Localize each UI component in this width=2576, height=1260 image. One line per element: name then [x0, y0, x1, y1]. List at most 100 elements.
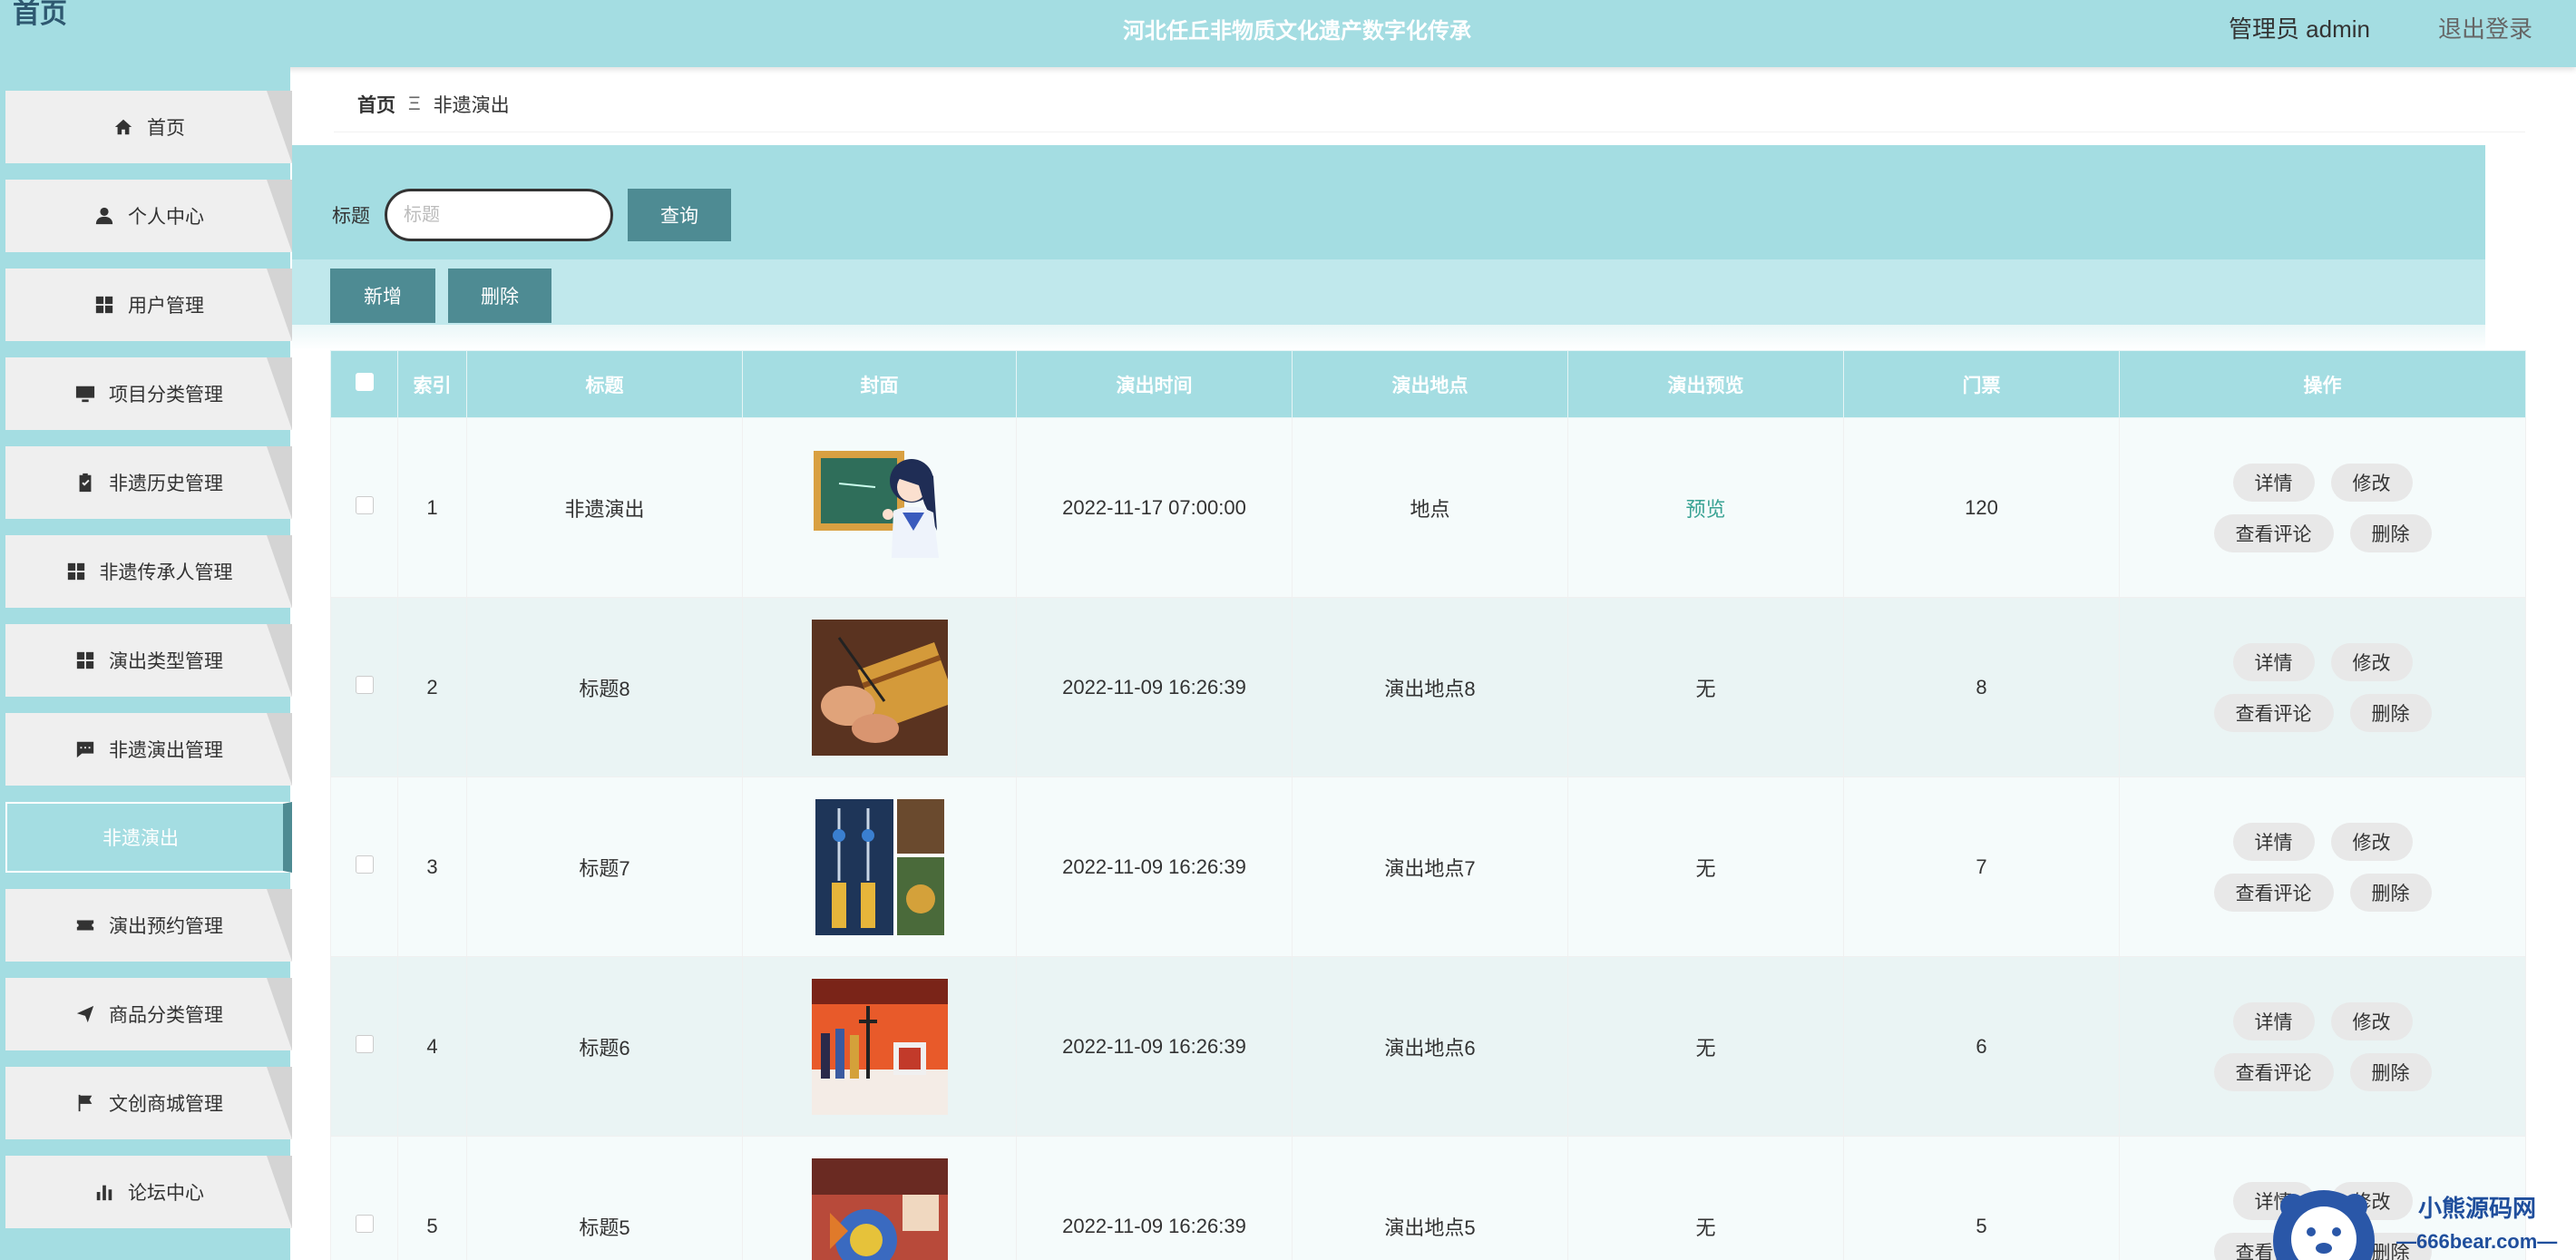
select-all-cell	[330, 350, 398, 418]
cover-image-exhibition	[811, 978, 948, 1115]
add-button[interactable]: 新增	[330, 269, 435, 323]
view-comments-button[interactable]: 查看评论	[2213, 1052, 2334, 1091]
sidebar-item-show-types[interactable]: 演出类型管理	[5, 624, 292, 697]
breadcrumb-current: 非遗演出	[433, 94, 510, 116]
home-icon	[112, 116, 134, 138]
view-comments-button[interactable]: 查看评论	[2213, 873, 2334, 912]
delete-button[interactable]: 删除	[2349, 513, 2432, 552]
detail-button[interactable]: 详情	[2232, 463, 2315, 502]
bar-chart-icon	[93, 1181, 115, 1203]
cell-index: 3	[397, 777, 467, 957]
edit-button[interactable]: 修改	[2330, 463, 2413, 502]
watermark-url: —666bear.com—	[2396, 1230, 2558, 1253]
cell-preview: 无	[1567, 777, 1844, 957]
row-checkbox[interactable]	[355, 675, 374, 694]
cell-title: 标题8	[466, 597, 743, 777]
sidebar-item-inheritors[interactable]: 非遗传承人管理	[5, 535, 292, 608]
delete-button[interactable]: 删除	[2349, 873, 2432, 912]
cover-image-tassels	[812, 798, 948, 935]
cell-preview: 无	[1567, 597, 1844, 777]
cell-time: 2022-11-09 16:26:39	[1016, 1136, 1293, 1260]
sidebar-item-label: 非遗演出管理	[109, 740, 223, 761]
edit-button[interactable]: 修改	[2330, 642, 2413, 681]
edit-button[interactable]: 修改	[2330, 1001, 2413, 1040]
header-actions: 操作	[2119, 350, 2526, 418]
row-actions: 详情 修改 查看评论 删除	[2120, 822, 2525, 912]
sidebar-item-label: 非遗演出	[102, 828, 179, 849]
sidebar-item-history[interactable]: 非遗历史管理	[5, 446, 292, 519]
cell-index: 2	[397, 597, 467, 777]
sidebar-item-label: 商品分类管理	[109, 1005, 223, 1026]
site-title: 河北任丘非物质文化遗产数字化传承	[1123, 19, 1471, 44]
header-index: 索引	[397, 350, 467, 418]
sidebar: 首页 个人中心 用户管理 项目分类管理 非遗历史管理 非遗传承人管理 演出类型管…	[0, 67, 292, 1260]
sidebar-item-shop[interactable]: 文创商城管理	[5, 1067, 292, 1139]
table-header-row: 索引 标题 封面 演出时间 演出地点 演出预览 门票 操作	[330, 350, 2526, 418]
query-button[interactable]: 查询	[628, 189, 731, 241]
top-header: 首页 河北任丘非物质文化遗产数字化传承 管理员 admin 退出登录	[0, 0, 2576, 67]
sidebar-item-goods-category[interactable]: 商品分类管理	[5, 978, 292, 1050]
view-comments-button[interactable]: 查看评论	[2213, 513, 2334, 552]
clipboard-icon	[74, 472, 96, 493]
grid-icon	[65, 561, 87, 582]
sidebar-item-booking[interactable]: 演出预约管理	[5, 889, 292, 962]
sidebar-item-shows-active[interactable]: 非遗演出	[5, 802, 292, 873]
sidebar-item-show-manage[interactable]: 非遗演出管理	[5, 713, 292, 786]
header-place: 演出地点	[1292, 350, 1568, 418]
select-all-checkbox[interactable]	[355, 372, 374, 391]
cover-image-craft	[811, 1157, 948, 1260]
cell-ticket: 120	[1843, 417, 2120, 598]
header-time: 演出时间	[1016, 350, 1293, 418]
cell-ticket: 7	[1843, 777, 2120, 957]
table-row: 1 非遗演出 2022-11-17 07:00:00 地点 预览 120 详情 …	[330, 417, 2526, 598]
detail-button[interactable]: 详情	[2232, 1001, 2315, 1040]
comment-icon	[74, 738, 96, 760]
cell-place: 演出地点8	[1292, 597, 1568, 777]
cell-preview: 无	[1567, 1136, 1844, 1260]
detail-button[interactable]: 详情	[2232, 822, 2315, 861]
edit-button[interactable]: 修改	[2330, 822, 2413, 861]
row-checkbox[interactable]	[355, 1034, 374, 1053]
cover-image-teacher	[811, 439, 948, 576]
detail-button[interactable]: 详情	[2232, 642, 2315, 681]
sidebar-item-category[interactable]: 项目分类管理	[5, 357, 292, 430]
sidebar-item-label: 用户管理	[128, 296, 204, 317]
batch-delete-button[interactable]: 删除	[448, 269, 551, 323]
header-preview: 演出预览	[1567, 350, 1844, 418]
cell-title: 标题6	[466, 956, 743, 1137]
breadcrumb-home[interactable]: 首页	[357, 91, 395, 118]
cell-place: 演出地点7	[1292, 777, 1568, 957]
grid-icon	[74, 650, 96, 671]
sidebar-item-forum[interactable]: 论坛中心	[5, 1156, 292, 1228]
cell-ticket: 8	[1843, 597, 2120, 777]
sidebar-item-home[interactable]: 首页	[5, 91, 292, 163]
watermark: 小熊源码网 —666bear.com—	[2260, 1177, 2576, 1260]
logout-link[interactable]: 退出登录	[2438, 11, 2532, 44]
sidebar-item-label: 项目分类管理	[109, 385, 223, 405]
view-comments-button[interactable]: 查看评论	[2213, 693, 2334, 732]
cell-index: 5	[397, 1136, 467, 1260]
cell-title: 标题7	[466, 777, 743, 957]
preview-link[interactable]: 预览	[1685, 498, 1725, 521]
sidebar-item-users[interactable]: 用户管理	[5, 269, 292, 341]
sidebar-item-label: 文创商城管理	[109, 1094, 223, 1115]
table-row: 5 标题5 2022-11-09 16:26:39 演出地点5 无 5 详情 修…	[330, 1136, 2526, 1260]
delete-button[interactable]: 删除	[2349, 693, 2432, 732]
row-checkbox[interactable]	[355, 1214, 374, 1233]
cell-preview: 无	[1567, 956, 1844, 1137]
cell-place: 地点	[1292, 417, 1568, 598]
header-title: 标题	[466, 350, 743, 418]
row-actions: 详情 修改 查看评论 删除	[2120, 642, 2525, 732]
cell-ticket: 6	[1843, 956, 2120, 1137]
cell-time: 2022-11-09 16:26:39	[1016, 956, 1293, 1137]
row-checkbox[interactable]	[355, 855, 374, 874]
shows-table: 索引 标题 封面 演出时间 演出地点 演出预览 门票 操作 1 非遗演出 202…	[330, 350, 2526, 1260]
header-ticket: 门票	[1843, 350, 2120, 418]
row-checkbox[interactable]	[355, 495, 374, 514]
send-icon	[74, 1003, 96, 1025]
sidebar-item-profile[interactable]: 个人中心	[5, 180, 292, 252]
cell-title: 非遗演出	[466, 417, 743, 598]
cell-place: 演出地点6	[1292, 956, 1568, 1137]
delete-button[interactable]: 删除	[2349, 1052, 2432, 1091]
title-search-input[interactable]	[385, 189, 613, 241]
